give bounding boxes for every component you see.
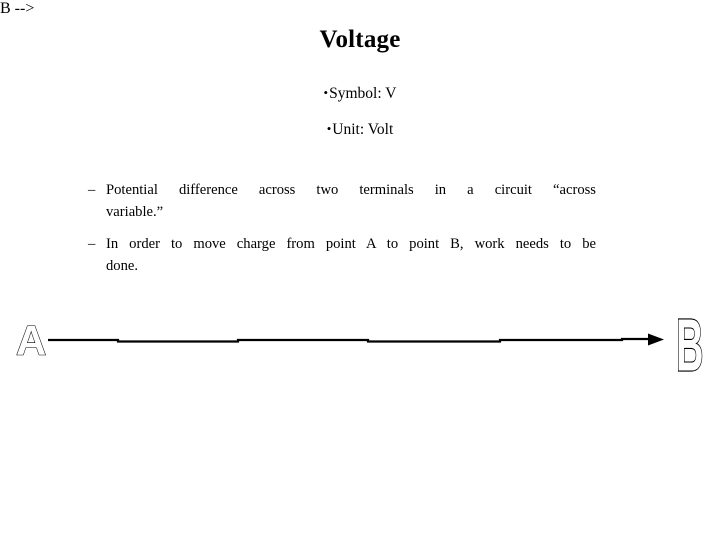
slide-canvas: Voltage •Symbol: V •Unit: Volt – Potenti… — [0, 0, 720, 540]
dash-paragraph-line: done. — [106, 258, 139, 274]
page-title: Voltage — [319, 26, 401, 53]
bullet-item-symbol: •Symbol: V — [0, 83, 720, 104]
diagram-svg: A B — [15, 304, 704, 387]
dash-paragraph-body: Potential difference across two terminal… — [106, 179, 596, 223]
bullet-item-symbol-label: Symbol: V — [329, 85, 397, 102]
dash-paragraph-line: Potential difference across two terminal… — [106, 182, 596, 198]
bullet-item-unit: •Unit: Volt — [0, 119, 720, 140]
dash-paragraph-line: variable.” — [106, 204, 164, 220]
dash-marker-icon: – — [88, 182, 96, 198]
point-b-group: B — [675, 304, 704, 387]
voltage-diagram: A B — [0, 300, 720, 400]
dash-paragraph-body: In order to move charge from point A to … — [106, 233, 596, 277]
arrow-shaft — [48, 337, 648, 343]
dash-paragraph-work-needed: – In order to move charge from point A t… — [88, 233, 596, 277]
point-a-label: A — [16, 317, 46, 364]
dash-paragraph-line: In order to move charge from point A to … — [106, 236, 596, 252]
arrowhead-icon — [648, 333, 664, 346]
dash-paragraph-potential-difference: – Potential difference across two termin… — [88, 179, 596, 223]
bullet-item-unit-label: Unit: Volt — [332, 121, 394, 138]
point-b-label: B — [676, 305, 703, 387]
dash-marker-icon: – — [88, 236, 96, 252]
